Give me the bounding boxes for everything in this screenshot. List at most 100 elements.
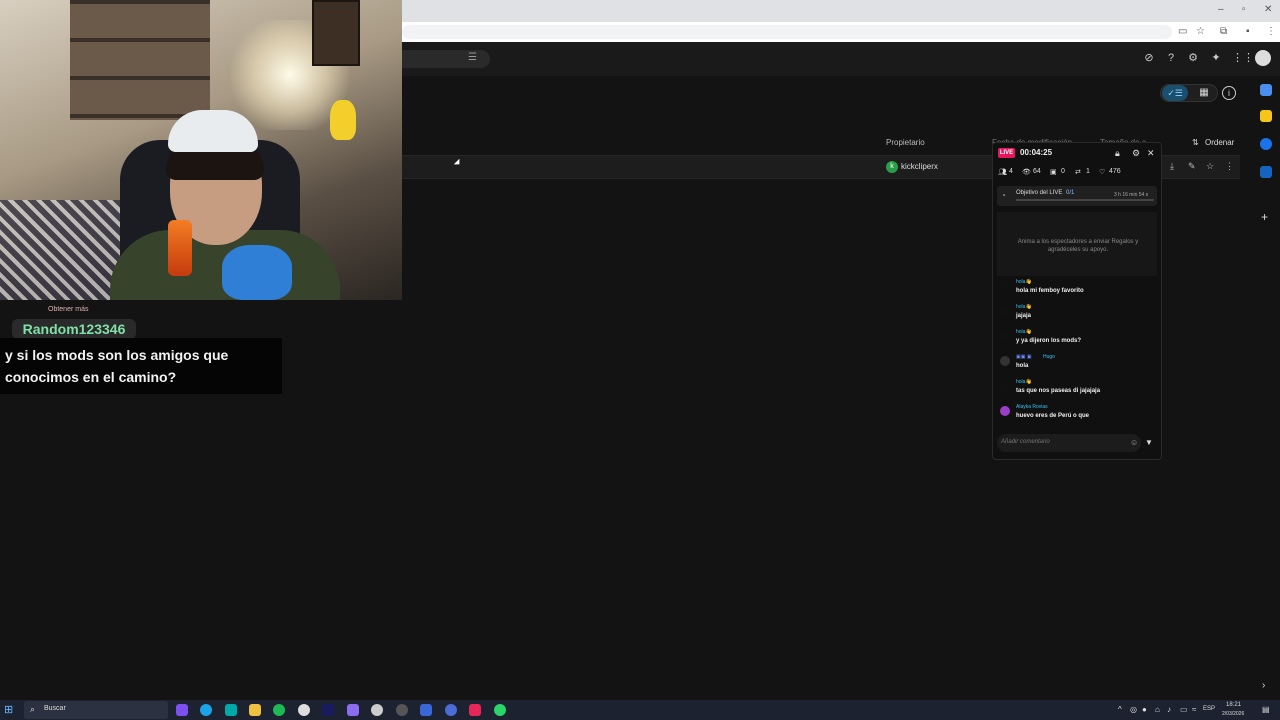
- beanie: [168, 110, 258, 152]
- add-icon[interactable]: +: [1261, 210, 1268, 224]
- app-icon-4[interactable]: [494, 704, 506, 716]
- emoji-icon[interactable]: ☺: [1130, 438, 1138, 447]
- grid-view-button[interactable]: ▦: [1194, 85, 1214, 101]
- browser-menu-icon[interactable]: ⋮: [1266, 26, 1276, 37]
- battery-icon[interactable]: ▭: [1180, 705, 1188, 714]
- chat-message: y si los mods son los amigos que conocim…: [5, 347, 229, 385]
- tray-app-icon[interactable]: ◎: [1130, 705, 1137, 714]
- search-input[interactable]: ☰: [402, 50, 490, 68]
- webcam-feed: [0, 0, 402, 300]
- wifi-icon[interactable]: ≈: [1192, 705, 1196, 714]
- avatar: [1000, 356, 1010, 366]
- bookmark-star-icon[interactable]: ☆: [1196, 26, 1205, 37]
- shares-count: 1: [1086, 168, 1090, 175]
- sparkle-icon[interactable]: ✦: [1209, 51, 1223, 65]
- minimize-icon[interactable]: –: [1218, 4, 1224, 15]
- profile-icon[interactable]: ▪: [1246, 26, 1250, 37]
- avatar: [1000, 306, 1010, 316]
- filter-icon[interactable]: ▼: [1145, 438, 1153, 447]
- chrome-icon[interactable]: [298, 704, 310, 716]
- store-icon[interactable]: [225, 704, 237, 716]
- share-icon: ⇄: [1075, 169, 1081, 176]
- comment-text: tas que nos paseas di jajajaja: [1016, 388, 1101, 394]
- after-effects-icon[interactable]: [322, 704, 334, 716]
- expand-rail-icon[interactable]: ›: [1262, 680, 1265, 691]
- badge-icon: ▣▣ ▣: [1016, 354, 1032, 360]
- app-icon-2[interactable]: [396, 704, 408, 716]
- contacts-icon[interactable]: [1260, 166, 1272, 178]
- copilot-icon[interactable]: [176, 704, 188, 716]
- close-window-icon[interactable]: ✕: [1264, 4, 1272, 15]
- close-icon[interactable]: ✕: [1147, 148, 1155, 159]
- offline-status-icon[interactable]: ⊘: [1142, 51, 1156, 65]
- owner-avatar: k: [886, 161, 898, 173]
- comment-author: Hugo: [1043, 354, 1055, 360]
- comment-text: jajaja: [1016, 313, 1032, 319]
- comment-placeholder: Añadir comentario: [1001, 439, 1050, 445]
- comment-text: hola mi femboy favorito: [1016, 288, 1084, 294]
- taskbar-search-placeholder: Buscar: [44, 705, 66, 712]
- comment-text: hola: [1016, 363, 1029, 369]
- likes-count: 476: [1109, 168, 1121, 175]
- help-icon[interactable]: ?: [1164, 51, 1178, 65]
- calendar-icon[interactable]: [1260, 84, 1272, 96]
- comment-text: y ya dijeron los mods?: [1016, 338, 1082, 344]
- tasks-icon[interactable]: [1260, 138, 1272, 150]
- tiktok-icon[interactable]: [469, 704, 481, 716]
- clock-date[interactable]: 2/03/2026: [1222, 711, 1244, 717]
- shelf-image: [70, 0, 210, 120]
- windows-start-icon[interactable]: ⊞: [4, 703, 13, 716]
- volume-icon[interactable]: ♪: [1167, 705, 1171, 714]
- clock-time[interactable]: 18:21: [1226, 702, 1241, 708]
- wall-picture: [312, 0, 360, 66]
- maximize-icon[interactable]: ▫: [1242, 4, 1246, 15]
- discord-icon[interactable]: [445, 704, 457, 716]
- avatar[interactable]: [1255, 50, 1271, 66]
- extensions-icon[interactable]: ⧉: [1220, 26, 1227, 37]
- obs-icon[interactable]: [371, 704, 383, 716]
- list-view-button[interactable]: ✓☰: [1162, 85, 1188, 101]
- cast-icon[interactable]: ▭: [1178, 26, 1187, 37]
- live-timer: 00:04:25: [1020, 148, 1053, 157]
- lock-icon[interactable]: 🔒︎: [1115, 148, 1120, 159]
- keep-icon[interactable]: [1260, 110, 1272, 122]
- comment-author: hola👋: [1016, 279, 1032, 285]
- gift-promo-text: Anima a los espectadores a enviar Regalo…: [1017, 239, 1139, 253]
- folder-icon[interactable]: [249, 704, 261, 716]
- sort-icon[interactable]: ⇅: [1192, 138, 1199, 147]
- goal-label: Objetivo del LIVE: [1016, 190, 1063, 196]
- spotify-icon[interactable]: [273, 704, 285, 716]
- language-indicator[interactable]: ESP: [1203, 706, 1215, 712]
- edit-icon[interactable]: ✎: [1188, 161, 1196, 172]
- settings-icon[interactable]: ⚙: [1132, 148, 1140, 159]
- goal-count: 0/1: [1066, 190, 1075, 196]
- tray-chevron-icon[interactable]: ^: [1118, 705, 1122, 714]
- notifications-icon[interactable]: ▤: [1262, 705, 1270, 714]
- viewers-now: 4: [1009, 168, 1013, 175]
- settings-gear-icon[interactable]: ⚙: [1186, 51, 1200, 65]
- sort-button[interactable]: Ordenar: [1205, 138, 1234, 147]
- goal-time: 3 h 16 min 54 s: [1114, 192, 1149, 198]
- goal-icon: ◔: [1001, 191, 1006, 200]
- star-icon[interactable]: ☆: [1206, 161, 1214, 172]
- info-icon[interactable]: i: [1222, 86, 1236, 100]
- gift-icon: ▣: [1050, 169, 1057, 176]
- url-field[interactable]: [402, 25, 1172, 39]
- edge-icon[interactable]: [200, 704, 212, 716]
- owner-name: kickcliperx: [901, 162, 938, 171]
- search-options-icon[interactable]: ☰: [468, 52, 477, 63]
- avatar: [1000, 281, 1010, 291]
- comment-author: hola👋: [1016, 304, 1032, 310]
- more-icon[interactable]: ⋮: [1225, 161, 1234, 172]
- app-icon-3[interactable]: [420, 704, 432, 716]
- apps-grid-icon[interactable]: ⋮⋮: [1232, 51, 1254, 65]
- tray-app-icon-2[interactable]: ●: [1142, 705, 1147, 714]
- chat-username: Random123346: [12, 319, 136, 339]
- network-icon[interactable]: ⌂: [1155, 705, 1160, 714]
- comment-text: huevo eres de Perú o que: [1016, 413, 1090, 419]
- column-owner[interactable]: Propietario: [886, 138, 925, 147]
- comment-author: Alayka Rovias: [1016, 404, 1048, 410]
- chat-list: hola👋 hola mi femboy favorito hola👋 jaja…: [995, 278, 1161, 430]
- app-icon[interactable]: [347, 704, 359, 716]
- download-icon[interactable]: ⤓: [1170, 161, 1174, 172]
